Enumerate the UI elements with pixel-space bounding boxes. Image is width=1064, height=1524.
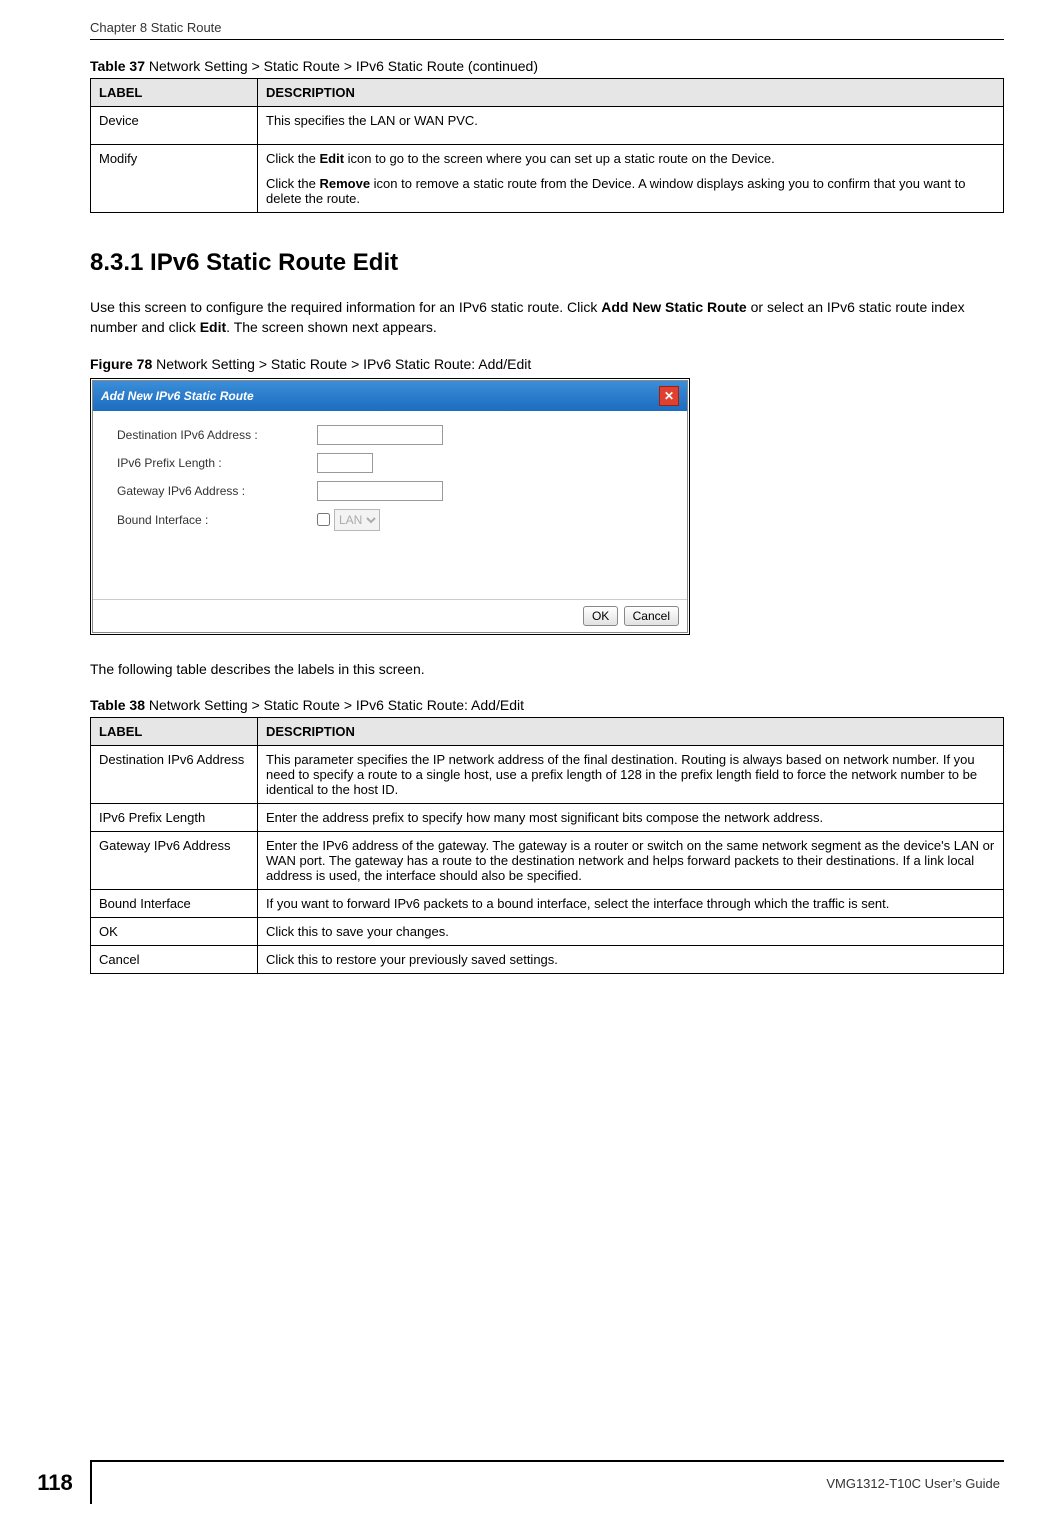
bound-interface-label: Bound Interface : <box>117 513 317 527</box>
figure78-caption-number: Figure 78 <box>90 356 152 372</box>
header-rule <box>90 39 1004 40</box>
form-row-gateway: Gateway IPv6 Address : <box>117 481 663 501</box>
guide-name: VMG1312-T10C User’s Guide <box>92 1476 1004 1491</box>
table-row: Destination IPv6 Address This parameter … <box>91 745 1004 803</box>
form-row-bound: Bound Interface : LAN <box>117 509 663 531</box>
table38-caption-text: Network Setting > Static Route > IPv6 St… <box>145 697 524 713</box>
table-row: IPv6 Prefix Length Enter the address pre… <box>91 803 1004 831</box>
table37-row0-desc-p0: This specifies the LAN or WAN PVC. <box>266 113 995 128</box>
table-row: Gateway IPv6 Address Enter the IPv6 addr… <box>91 831 1004 889</box>
table-row: Modify Click the Edit icon to go to the … <box>91 145 1004 213</box>
table37-row1-label: Modify <box>91 145 258 213</box>
table37-row0-desc: This specifies the LAN or WAN PVC. <box>258 107 1004 145</box>
table37-row1-desc-p1: Click the Remove icon to remove a static… <box>266 176 995 206</box>
table-row: OK Click this to save your changes. <box>91 917 1004 945</box>
dialog-footer: OK Cancel <box>93 599 687 632</box>
table37-header-label: LABEL <box>91 79 258 107</box>
destination-ipv6-label: Destination IPv6 Address : <box>117 428 317 442</box>
table38-row3-label: Bound Interface <box>91 889 258 917</box>
table37-row1-desc: Click the Edit icon to go to the screen … <box>258 145 1004 213</box>
table38-caption: Table 38 Network Setting > Static Route … <box>90 697 1004 713</box>
table-row: Bound Interface If you want to forward I… <box>91 889 1004 917</box>
dialog-title-text: Add New IPv6 Static Route <box>101 389 254 403</box>
after-figure-text: The following table describes the labels… <box>90 659 1004 679</box>
bound-interface-select[interactable]: LAN <box>334 509 380 531</box>
figure78: Add New IPv6 Static Route ✕ Destination … <box>90 378 690 635</box>
table38-row3-desc: If you want to forward IPv6 packets to a… <box>258 889 1004 917</box>
section-heading: 8.3.1 IPv6 Static Route Edit <box>90 249 1004 277</box>
table38-row5-desc: Click this to restore your previously sa… <box>258 945 1004 973</box>
table37: LABEL DESCRIPTION Device This specifies … <box>90 78 1004 213</box>
section-intro: Use this screen to configure the require… <box>90 297 1004 338</box>
table-row: Cancel Click this to restore your previo… <box>91 945 1004 973</box>
table-row: Device This specifies the LAN or WAN PVC… <box>91 107 1004 145</box>
figure78-caption-text: Network Setting > Static Route > IPv6 St… <box>152 356 531 372</box>
running-header: Chapter 8 Static Route <box>90 20 1004 39</box>
cancel-button[interactable]: Cancel <box>624 606 679 626</box>
table38-row5-label: Cancel <box>91 945 258 973</box>
table37-row1-desc-p0: Click the Edit icon to go to the screen … <box>266 151 995 166</box>
table38-header-description: DESCRIPTION <box>258 717 1004 745</box>
bound-interface-checkbox[interactable] <box>317 513 330 526</box>
table38-row1-desc: Enter the address prefix to specify how … <box>258 803 1004 831</box>
gateway-ipv6-label: Gateway IPv6 Address : <box>117 484 317 498</box>
table38-row0-label: Destination IPv6 Address <box>91 745 258 803</box>
table37-row0-label: Device <box>91 107 258 145</box>
ipv6-prefix-length-label: IPv6 Prefix Length : <box>117 456 317 470</box>
table37-caption-number: Table 37 <box>90 58 145 74</box>
table38-row4-desc: Click this to save your changes. <box>258 917 1004 945</box>
close-icon[interactable]: ✕ <box>659 386 679 406</box>
table38-row4-label: OK <box>91 917 258 945</box>
table38: LABEL DESCRIPTION Destination IPv6 Addre… <box>90 717 1004 974</box>
page-number: 118 <box>20 1462 92 1504</box>
page-footer: 118 VMG1312-T10C User’s Guide <box>0 1460 1064 1504</box>
add-ipv6-static-route-dialog: Add New IPv6 Static Route ✕ Destination … <box>92 380 688 633</box>
dialog-titlebar: Add New IPv6 Static Route ✕ <box>93 381 687 411</box>
table38-caption-number: Table 38 <box>90 697 145 713</box>
dialog-body: Destination IPv6 Address : IPv6 Prefix L… <box>93 411 687 599</box>
table38-row0-desc: This parameter specifies the IP network … <box>258 745 1004 803</box>
table38-row2-desc: Enter the IPv6 address of the gateway. T… <box>258 831 1004 889</box>
destination-ipv6-input[interactable] <box>317 425 443 445</box>
table37-caption: Table 37 Network Setting > Static Route … <box>90 58 1004 74</box>
table37-caption-text: Network Setting > Static Route > IPv6 St… <box>145 58 538 74</box>
table38-row1-label: IPv6 Prefix Length <box>91 803 258 831</box>
table37-header-description: DESCRIPTION <box>258 79 1004 107</box>
form-row-prefix: IPv6 Prefix Length : <box>117 453 663 473</box>
table38-header-label: LABEL <box>91 717 258 745</box>
ok-button[interactable]: OK <box>583 606 618 626</box>
table38-row2-label: Gateway IPv6 Address <box>91 831 258 889</box>
ipv6-prefix-length-input[interactable] <box>317 453 373 473</box>
figure78-caption: Figure 78 Network Setting > Static Route… <box>90 356 1004 372</box>
form-row-destination: Destination IPv6 Address : <box>117 425 663 445</box>
gateway-ipv6-input[interactable] <box>317 481 443 501</box>
